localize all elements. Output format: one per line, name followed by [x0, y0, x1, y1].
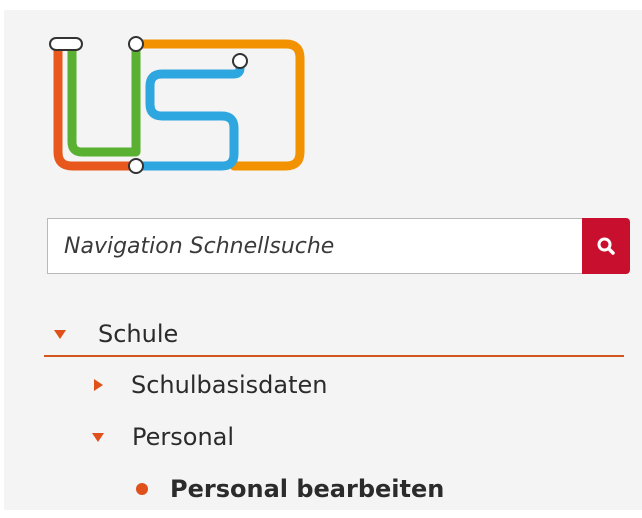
caret-right-icon — [94, 379, 103, 391]
nav-item-personal[interactable]: Personal — [92, 421, 234, 453]
nav-item-schulbasisdaten[interactable]: Schulbasisdaten — [94, 369, 327, 401]
search-icon — [597, 237, 615, 255]
nav-item-label: Personal — [132, 423, 235, 451]
bullet-icon — [136, 483, 148, 495]
nav-item-schule[interactable]: Schule — [54, 318, 178, 350]
navigation-search — [47, 218, 630, 274]
nav-item-personal-bearbeiten[interactable]: Personal bearbeiten — [136, 473, 444, 505]
nav-item-label: Personal bearbeiten — [170, 475, 445, 503]
usd-logo-graphic — [49, 36, 305, 174]
caret-down-icon — [92, 432, 104, 442]
usd-logo[interactable] — [44, 34, 314, 184]
nav-divider — [44, 355, 624, 357]
nav-item-label: Schule — [98, 320, 179, 348]
nav-item-label: Schulbasisdaten — [131, 371, 328, 399]
search-button[interactable] — [582, 218, 630, 274]
caret-down-icon — [54, 329, 66, 339]
navigation-search-input[interactable] — [47, 218, 582, 274]
